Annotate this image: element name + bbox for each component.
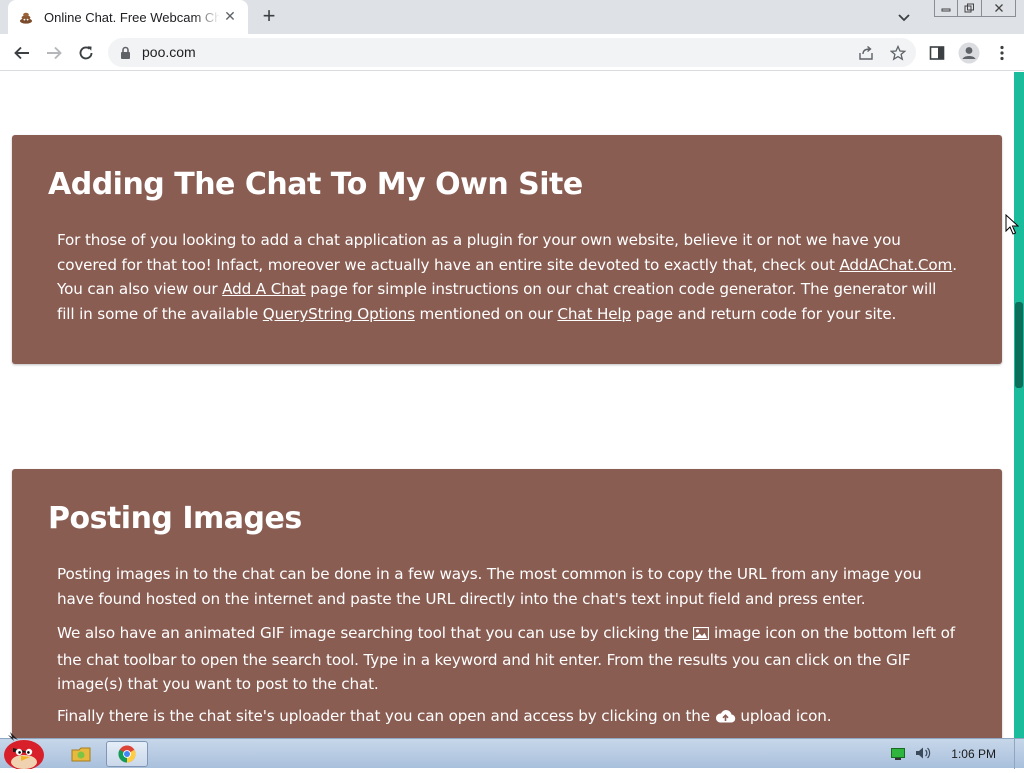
body-text: We also have an animated GIF image searc… (57, 624, 694, 642)
tab-title: Online Chat. Free Webcam Chat (44, 9, 220, 25)
menu-kebab-icon[interactable] (992, 43, 1012, 63)
taskbar-explorer-icon[interactable] (66, 741, 96, 767)
tab-close-icon[interactable]: ✕ (222, 9, 238, 25)
section-adding-chat: Adding The Chat To My Own Site For those… (12, 135, 1002, 364)
cloud-upload-icon (715, 706, 736, 731)
show-desktop-button[interactable] (1014, 739, 1024, 769)
back-arrow-icon[interactable] (12, 43, 32, 63)
section-heading: Posting Images (48, 501, 302, 536)
start-button-angry-bird-icon[interactable] (0, 731, 52, 770)
section-paragraph: Posting images in to the chat can be don… (57, 565, 922, 608)
add-a-chat-link[interactable]: Add A Chat (222, 280, 306, 298)
restore-button[interactable] (958, 0, 982, 17)
network-monitor-icon[interactable] (891, 745, 906, 764)
share-icon[interactable] (856, 43, 876, 63)
browser-toolbar: poo.com (0, 34, 1024, 71)
os-taskbar: 1:06 PM (0, 732, 1024, 770)
taskbar-chrome-icon[interactable] (106, 741, 148, 767)
body-text: page and return code for your site. (630, 305, 897, 324)
taskbar-clock[interactable]: 1:06 PM (951, 747, 996, 761)
address-bar[interactable]: poo.com (108, 38, 916, 67)
profile-avatar-icon[interactable] (958, 42, 980, 64)
querystring-options-link[interactable]: QueryString Options (263, 305, 415, 323)
scrollbar-thumb[interactable] (1015, 302, 1023, 388)
url-text: poo.com (142, 44, 196, 60)
new-tab-button[interactable]: + (258, 5, 280, 28)
bookmark-star-icon[interactable] (888, 43, 908, 63)
page-scrollbar[interactable] (1014, 72, 1024, 738)
section-body: For those of you looking to add a chat a… (57, 228, 957, 327)
body-text: For those of you looking to add a chat a… (57, 231, 901, 274)
body-text: mentioned on our (414, 305, 558, 324)
mouse-pointer-icon (1005, 213, 1020, 240)
system-tray: 1:06 PM (891, 739, 1024, 769)
volume-speaker-icon[interactable] (915, 745, 931, 764)
body-text: upload icon. (735, 707, 832, 725)
forward-arrow-icon[interactable] (44, 43, 64, 63)
section-paragraph: We also have an animated GIF image searc… (57, 621, 957, 697)
page-viewport[interactable]: Adding The Chat To My Own Site For those… (0, 72, 1014, 738)
window-controls (934, 0, 1016, 17)
close-window-button[interactable] (982, 0, 1016, 17)
minimize-button[interactable] (934, 0, 958, 17)
tab-search-chevron-icon[interactable] (896, 9, 912, 25)
chat-help-link[interactable]: Chat Help (557, 305, 631, 323)
body-text: Finally there is the chat site's uploade… (57, 707, 715, 725)
section-heading: Adding The Chat To My Own Site (48, 167, 583, 202)
section-paragraph: Finally there is the chat site's uploade… (57, 704, 957, 731)
addachat-com-link[interactable]: AddAChat.Com (839, 256, 952, 274)
poo-favicon-icon (18, 9, 34, 25)
image-icon (693, 623, 710, 648)
browser-tab[interactable]: Online Chat. Free Webcam Chat ✕ (8, 0, 248, 34)
side-panel-icon[interactable] (927, 43, 947, 63)
section-posting-images: Posting Images Posting images in to the … (12, 469, 1002, 738)
browser-titlebar: Online Chat. Free Webcam Chat ✕ + (0, 0, 1024, 34)
lock-icon[interactable] (120, 45, 131, 64)
reload-icon[interactable] (76, 43, 96, 63)
